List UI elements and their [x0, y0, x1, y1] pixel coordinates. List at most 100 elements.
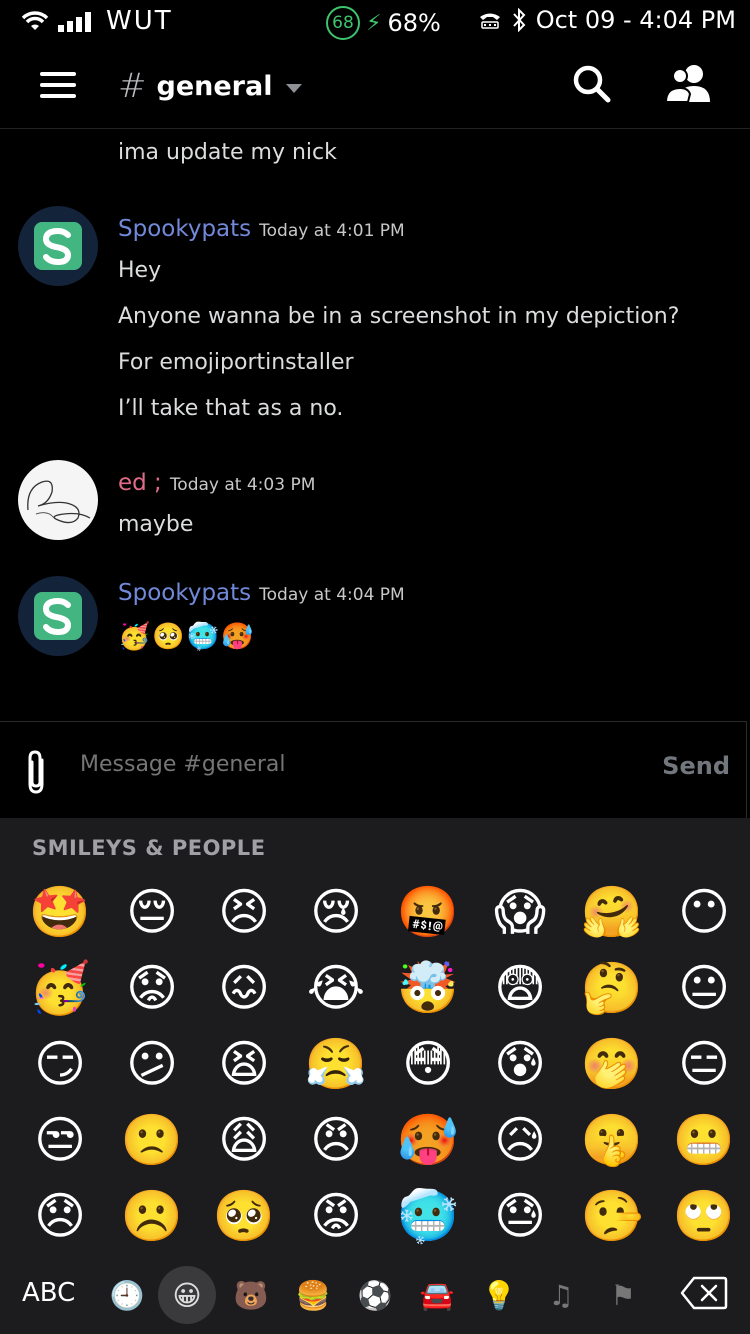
message-line: I’ll take that as a no.: [118, 396, 344, 421]
emoji-key[interactable]: 🤭: [566, 1026, 658, 1102]
emoji-key[interactable]: 😕: [106, 1026, 198, 1102]
paperclip-icon[interactable]: [22, 748, 52, 796]
emoji-key[interactable]: 🤗: [566, 874, 658, 950]
emoji-key[interactable]: 🤫: [566, 1102, 658, 1178]
emoji-key[interactable]: 🤯: [382, 950, 474, 1026]
status-left: WUT: [20, 6, 173, 36]
author-name[interactable]: Spookypats: [118, 580, 251, 606]
status-right: Oct 09 - 4:04 PM: [478, 6, 736, 34]
send-button[interactable]: Send: [662, 752, 730, 780]
author-name[interactable]: ed ;: [118, 470, 162, 496]
emoji-key[interactable]: 😟: [106, 950, 198, 1026]
emoji-key[interactable]: 😥: [474, 1102, 566, 1178]
members-icon[interactable]: [664, 62, 714, 106]
emoji-key[interactable]: 😶: [658, 874, 750, 950]
channel-name: general: [156, 70, 273, 102]
emoji-key[interactable]: 😠: [290, 1102, 382, 1178]
emoji-key[interactable]: 😫: [198, 1026, 290, 1102]
status-datetime: Oct 09 - 4:04 PM: [535, 6, 736, 34]
emoji-key[interactable]: 🥳: [14, 950, 106, 1026]
emoji-key[interactable]: 😔: [106, 874, 198, 950]
emoji-key[interactable]: 😓: [474, 1178, 566, 1254]
backspace-icon[interactable]: [680, 1276, 728, 1310]
emoji-key[interactable]: 😭: [290, 950, 382, 1026]
emoji-key[interactable]: 🤩: [14, 874, 106, 950]
emoji-key[interactable]: 😏: [14, 1026, 106, 1102]
message-timestamp: Today at 4:04 PM: [259, 585, 405, 605]
carrier-label: WUT: [106, 6, 173, 36]
emoji-key[interactable]: 😞: [14, 1178, 106, 1254]
pleading-face-emoji: 🥺: [152, 622, 185, 652]
clock-icon[interactable]: 🕘: [104, 1272, 150, 1318]
battery-circle: 68: [326, 6, 360, 40]
message-line: ima update my nick: [118, 140, 337, 165]
emoji-key[interactable]: 😩: [198, 1102, 290, 1178]
author-name[interactable]: Spookypats: [118, 216, 251, 242]
emoji-key[interactable]: 😳: [382, 1026, 474, 1102]
status-battery: 68 ⚡︎ 68%: [326, 6, 441, 40]
emoji-key[interactable]: ☹️: [106, 1178, 198, 1254]
avatar[interactable]: [18, 460, 98, 540]
spookypats-logo: [34, 592, 82, 640]
partying-face-emoji: 🥳: [118, 622, 151, 652]
emoji-key[interactable]: 🥺: [198, 1178, 290, 1254]
ed-avatar-sketch: [27, 480, 91, 524]
emoji-key[interactable]: 😐: [658, 950, 750, 1026]
emoji-grid: 🤩 😔 😣 😢 🤬 😱 🤗 😶 🥳 😟 😖 😭 🤯 😨 🤔 😐 😏 😕 😫 😤 😳 😰 🤭 😑 😒 🙁 😩 😠 🥵 😥 🤫 😬 😞 ☹️ 🥺 😡 🥶 😓 🤥…: [14, 874, 749, 1254]
bear-icon[interactable]: 🐻: [228, 1272, 274, 1318]
emoji-key[interactable]: 🤥: [566, 1178, 658, 1254]
hot-face-emoji: 🥵: [221, 622, 254, 652]
message-header: Spookypats Today at 4:04 PM: [118, 580, 405, 606]
emoji-key[interactable]: 😖: [198, 950, 290, 1026]
charging-bolt-icon: ⚡︎: [366, 10, 382, 36]
smiley-icon[interactable]: 😀: [158, 1266, 216, 1324]
channel-selector[interactable]: # general: [118, 66, 303, 106]
avatar[interactable]: [18, 206, 98, 286]
cold-face-emoji: 🥶: [186, 622, 220, 652]
emoji-section-title: SMILEYS & PEOPLE: [32, 836, 266, 860]
emoji-key[interactable]: 🤔: [566, 950, 658, 1026]
emoji-key[interactable]: 🥵: [382, 1102, 474, 1178]
keyboard-bottom-bar: ABC 🕘 😀 🐻 🍔 ⚽ 🚘 💡 ♫ ⚑: [0, 1258, 750, 1334]
emoji-key[interactable]: 😰: [474, 1026, 566, 1102]
emoji-key[interactable]: 😱: [474, 874, 566, 950]
car-icon[interactable]: 🚘: [414, 1272, 460, 1318]
message-input[interactable]: [80, 752, 540, 777]
message-line: Anyone wanna be in a screenshot in my de…: [118, 304, 680, 329]
abc-key[interactable]: ABC: [22, 1278, 75, 1308]
emoji-key[interactable]: 🙁: [106, 1102, 198, 1178]
emoji-keyboard: SMILEYS & PEOPLE 🤩 😔 😣 😢 🤬 😱 🤗 😶 🥳 😟 😖 😭 🤯 😨 🤔 😐 😏 😕 😫 😤 😳 😰 🤭…: [0, 818, 750, 1334]
spookypats-logo: [34, 222, 82, 270]
emoji-key[interactable]: 🤬: [382, 874, 474, 950]
bluetooth-icon: [512, 8, 526, 32]
emoji-key[interactable]: 😤: [290, 1026, 382, 1102]
message-line: For emojiportinstaller: [118, 350, 354, 375]
symbols-icon[interactable]: ♫: [538, 1272, 584, 1318]
menu-icon[interactable]: [40, 72, 76, 98]
food-icon[interactable]: 🍔: [290, 1272, 336, 1318]
avatar[interactable]: [18, 576, 98, 656]
search-icon[interactable]: [570, 62, 614, 106]
message-list[interactable]: ima update my nick Spookypats Today at 4…: [0, 128, 750, 720]
emoji-key[interactable]: 😑: [658, 1026, 750, 1102]
channel-header: # general: [0, 44, 750, 129]
emoji-key[interactable]: 🙄: [658, 1178, 750, 1254]
emoji-key[interactable]: 😒: [14, 1102, 106, 1178]
message-line: Hey: [118, 258, 162, 283]
wifi-icon: [21, 11, 49, 30]
message-timestamp: Today at 4:03 PM: [169, 475, 316, 495]
message-emoji-row: 🥳 🥺 🥶 🥵: [118, 624, 254, 650]
signal-icon: [58, 12, 91, 32]
emoji-key[interactable]: 🥶: [382, 1178, 474, 1254]
flag-icon[interactable]: ⚑: [600, 1272, 646, 1318]
message-header: Spookypats Today at 4:01 PM: [118, 216, 405, 242]
tty-icon: [479, 13, 500, 29]
emoji-key[interactable]: 😢: [290, 874, 382, 950]
soccer-icon[interactable]: ⚽: [352, 1272, 398, 1318]
emoji-key[interactable]: 😡: [290, 1178, 382, 1254]
emoji-key[interactable]: 😬: [658, 1102, 750, 1178]
status-bar: WUT 68 ⚡︎ 68% Oct 09 - 4:04 PM: [0, 0, 750, 44]
bulb-icon[interactable]: 💡: [476, 1272, 522, 1318]
emoji-key[interactable]: 😣: [198, 874, 290, 950]
emoji-key[interactable]: 😨: [474, 950, 566, 1026]
